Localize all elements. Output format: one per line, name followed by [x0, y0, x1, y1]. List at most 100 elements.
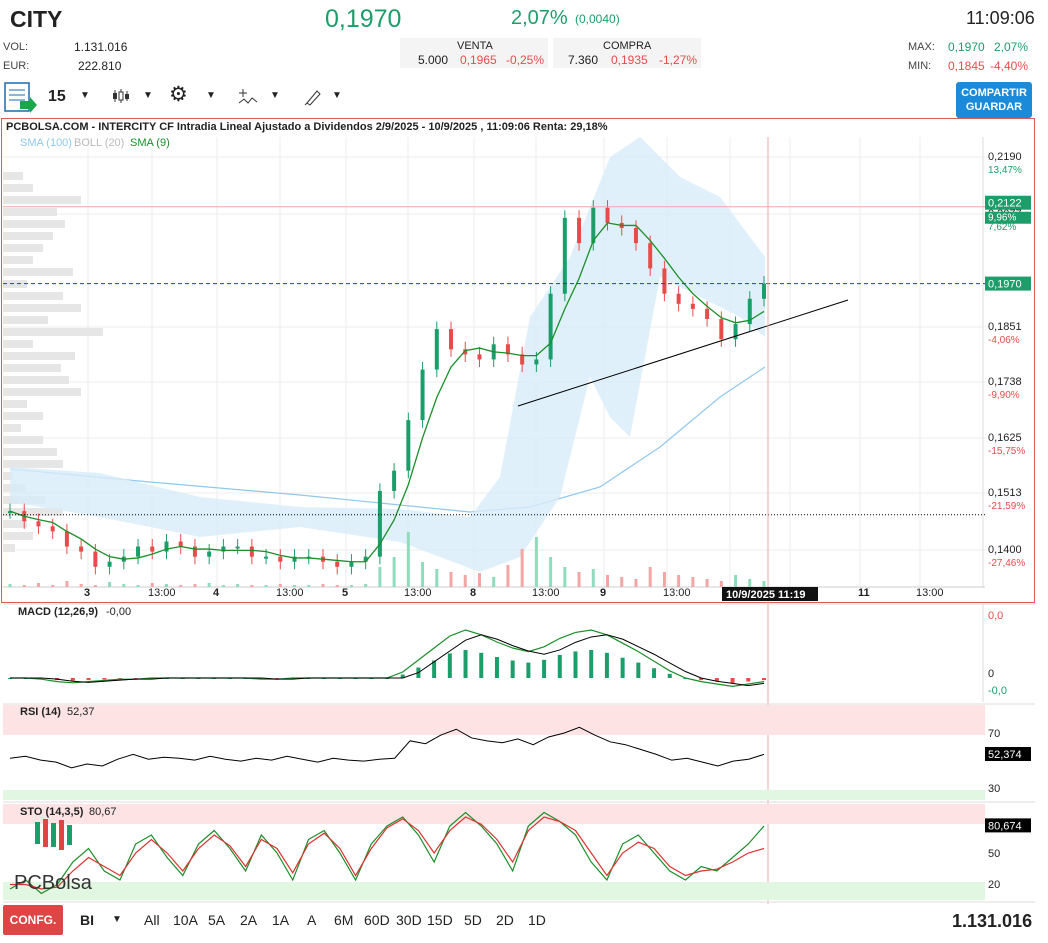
- y-tick-pct: -9,90%: [988, 390, 1020, 401]
- volume-bar: [207, 583, 211, 587]
- macd-histogram-bar: [667, 673, 672, 678]
- draw-pencil-icon[interactable]: [304, 88, 322, 106]
- venta-label: VENTA: [457, 40, 493, 52]
- volume-bar: [221, 585, 225, 587]
- volume-bar: [236, 584, 240, 587]
- chevron-down-icon[interactable]: ▼: [143, 90, 153, 101]
- y-tick-pct: 13,47%: [988, 165, 1022, 176]
- y-tick-label: 0,2190: [988, 151, 1022, 163]
- volume-bar: [250, 585, 254, 587]
- range-1a[interactable]: 1A: [272, 912, 289, 928]
- gear-icon[interactable]: ⚙: [169, 82, 188, 107]
- volume-bar: [719, 581, 723, 587]
- macd-signal-line: [10, 634, 765, 687]
- candle-body: [136, 546, 141, 557]
- bollinger-band: [10, 137, 765, 572]
- config-button[interactable]: CONFG.: [3, 905, 63, 935]
- sto-tag: 80,674: [988, 820, 1022, 832]
- x-tick-label: 13:00: [663, 587, 691, 599]
- legend-boll[interactable]: BOLL (20): [74, 137, 124, 149]
- volume-bar: [193, 584, 197, 587]
- candle-body: [392, 470, 397, 491]
- range-5a[interactable]: 5A: [208, 912, 225, 928]
- volume-bar: [65, 581, 69, 587]
- range-10a[interactable]: 10A: [173, 912, 198, 928]
- volume-bar: [506, 565, 510, 587]
- interval-select[interactable]: 15: [48, 88, 66, 106]
- vol-label: VOL:: [3, 41, 29, 53]
- volume-profile-bar: [3, 220, 65, 228]
- compra-price: 0,1935: [611, 53, 648, 67]
- volume-profile-bar: [3, 412, 43, 420]
- volume-bar: [606, 575, 610, 587]
- sheet-export-icon[interactable]: [4, 82, 38, 114]
- legend-sma100[interactable]: SMA (100): [20, 137, 72, 149]
- volume-total: 1.131.016: [952, 911, 1033, 931]
- y-tick-label: 0,1851: [988, 321, 1022, 333]
- macd-histogram-bar: [86, 678, 91, 681]
- x-tick-label: 4: [213, 587, 220, 599]
- chevron-down-icon[interactable]: ▼: [332, 90, 342, 101]
- clock: 11:09:06: [966, 8, 1035, 28]
- vol-value: 1.131.016: [74, 40, 128, 54]
- volume-bar: [108, 582, 112, 587]
- range-2d[interactable]: 2D: [496, 912, 514, 928]
- volume-bar: [463, 575, 467, 587]
- range-15d[interactable]: 15D: [427, 912, 453, 928]
- logo-text: PCBolsa: [14, 872, 93, 894]
- range-6m[interactable]: 6M: [334, 912, 353, 928]
- volume-bar: [477, 573, 481, 587]
- chevron-down-icon[interactable]: ▼: [206, 90, 216, 101]
- indicators-icon[interactable]: [238, 88, 258, 106]
- volume-bar: [762, 581, 766, 587]
- candle-body: [662, 268, 667, 294]
- save-label: GUARDAR: [965, 101, 1023, 113]
- candle-body: [548, 293, 553, 360]
- range-2a[interactable]: 2A: [240, 912, 257, 928]
- range-a[interactable]: A: [307, 912, 316, 928]
- change-abs: (0,0040): [575, 12, 620, 26]
- volume-bar: [321, 584, 325, 587]
- sto-k-line: [9, 811, 765, 895]
- candle-body: [377, 490, 382, 557]
- rsi-value: 52,37: [67, 706, 95, 718]
- x-tick-label: 13:00: [404, 587, 432, 599]
- candles-icon[interactable]: [112, 88, 130, 104]
- rsi-overbought-zone: [3, 705, 985, 735]
- candle-body: [335, 561, 340, 567]
- macd-histogram-bar: [447, 653, 452, 678]
- candle-body: [434, 329, 439, 370]
- volume-bar: [164, 584, 168, 587]
- range-bi[interactable]: BI: [80, 912, 94, 928]
- share-save-button[interactable]: COMPARTIR GUARDAR: [956, 82, 1032, 118]
- volume-bar: [293, 585, 297, 587]
- range-60d[interactable]: 60D: [364, 912, 390, 928]
- venta-pct: -0,25%: [506, 53, 545, 67]
- volume-profile-bar: [3, 328, 103, 336]
- sto-d-line: [10, 816, 765, 890]
- range-5d[interactable]: 5D: [464, 912, 482, 928]
- volume-bar: [662, 572, 666, 587]
- macd-histogram-bar: [573, 651, 578, 678]
- volume-profile-bar: [3, 316, 48, 324]
- range-30d[interactable]: 30D: [396, 912, 422, 928]
- chevron-down-icon[interactable]: ▼: [112, 914, 122, 925]
- volume-bar: [534, 537, 538, 587]
- macd-histogram-bar: [479, 652, 484, 678]
- candle-body: [107, 561, 112, 567]
- chart-canvas[interactable]: 0,219013,47%0,20777,62%0,1851-4,06%0,173…: [0, 117, 1048, 904]
- range-all[interactable]: All: [144, 912, 160, 928]
- y-tick-pct: -21,59%: [988, 501, 1025, 512]
- candle-body: [249, 546, 254, 557]
- chevron-down-icon[interactable]: ▼: [80, 90, 90, 101]
- eur-value: 222.810: [78, 59, 122, 73]
- volume-profile-bar: [3, 364, 61, 372]
- legend-sma9[interactable]: SMA (9): [130, 137, 170, 149]
- volume-bar: [734, 575, 738, 587]
- range-1d[interactable]: 1D: [528, 912, 546, 928]
- high-pct-tag: 9,96%: [988, 213, 1016, 224]
- volume-profile-bar: [3, 196, 81, 204]
- chevron-down-icon[interactable]: ▼: [270, 90, 280, 101]
- candle-body: [264, 556, 269, 559]
- volume-bar: [349, 585, 353, 587]
